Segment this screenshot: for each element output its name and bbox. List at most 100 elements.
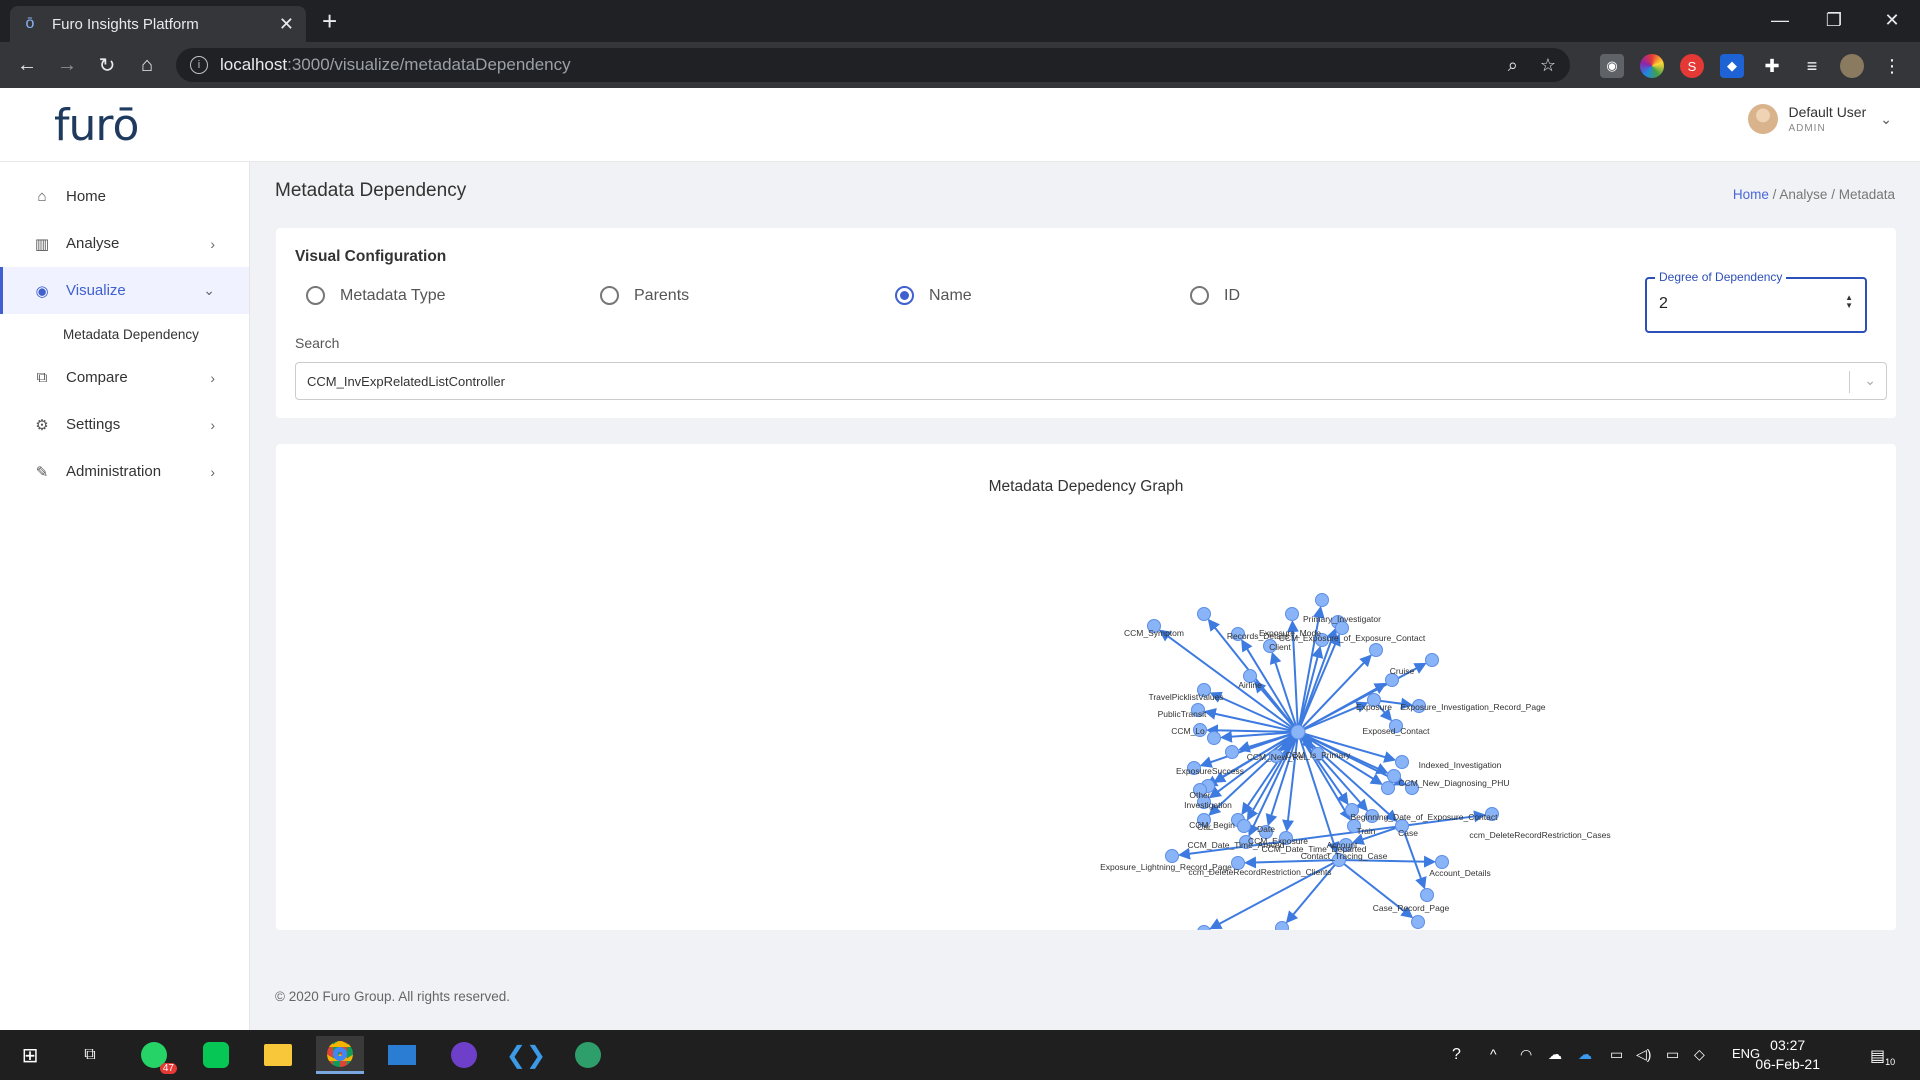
minimize-button[interactable]: — (1752, 0, 1808, 40)
chevron-right-icon: › (210, 235, 215, 252)
zoom-icon[interactable]: ⌕ (1508, 55, 1518, 76)
graph-node[interactable] (1435, 855, 1449, 869)
graph-node[interactable] (1197, 607, 1211, 621)
onedrive-icon[interactable]: ☁ (1578, 1046, 1592, 1063)
graph-edge (1297, 627, 1338, 733)
github-desktop-icon[interactable] (440, 1036, 488, 1074)
search-select[interactable]: CCM_InvExpRelatedListController ⌄ (295, 362, 1887, 400)
chevron-down-icon[interactable]: ⌄ (1864, 372, 1876, 389)
radio-label: Metadata Type (340, 286, 446, 304)
vscode-icon[interactable]: ❮❯ (502, 1036, 550, 1074)
config-heading: Visual Configuration (295, 248, 447, 265)
profile-avatar-icon[interactable] (1840, 54, 1864, 78)
bookmark-star-icon[interactable]: ☆ (1540, 55, 1556, 76)
footer-copyright: © 2020 Furo Group. All rights reserved. (275, 989, 511, 1004)
close-window-button[interactable]: ✕ (1864, 0, 1920, 40)
radio-metadata-type[interactable]: Metadata Type (306, 286, 446, 305)
graph-edge (1297, 731, 1369, 812)
dependency-graph[interactable]: CCM_SymptomPrimary_InvestigatorRecords_D… (276, 444, 1896, 930)
radio-id[interactable]: ID (1190, 286, 1240, 305)
breadcrumb-analyse: Analyse (1779, 187, 1828, 202)
battery-icon[interactable]: ▭ (1666, 1046, 1679, 1063)
graph-node[interactable] (1165, 849, 1179, 863)
wifi-icon[interactable]: ◠ (1520, 1046, 1532, 1063)
graph-node[interactable] (1285, 607, 1299, 621)
chevron-down-icon: ⌄ (203, 282, 215, 298)
graph-node[interactable] (1425, 653, 1439, 667)
furo-logo[interactable]: furō (54, 100, 139, 151)
copy-icon: ⧉ (36, 369, 48, 386)
file-explorer-icon[interactable] (254, 1036, 302, 1074)
sidebar-item-visualize[interactable]: ◉ Visualize ⌄ (0, 267, 249, 314)
user-menu[interactable]: Default User ADMIN ⌄ (1748, 104, 1892, 134)
browser-tab[interactable]: ō Furo Insights Platform ✕ (10, 6, 306, 42)
sidebar-item-settings[interactable]: ⚙ Settings › (0, 401, 249, 448)
graph-node-label: Other (1189, 790, 1210, 800)
graph-node[interactable] (1369, 643, 1383, 657)
gear-icon: ⚙ (35, 416, 49, 434)
new-tab-button[interactable]: + (322, 6, 337, 36)
wrench-icon: ✎ (35, 463, 49, 481)
camera-extension-icon[interactable]: ◉ (1600, 54, 1624, 78)
graph-node[interactable] (1395, 755, 1409, 769)
mail-icon[interactable] (378, 1036, 426, 1074)
number-spinner-icon[interactable]: ▲ ▼ (1845, 294, 1853, 310)
map-app-icon[interactable] (564, 1036, 612, 1074)
radio-parents[interactable]: Parents (600, 286, 689, 305)
sidebar-subitem-metadata-dependency[interactable]: Metadata Dependency (0, 314, 249, 354)
graph-node[interactable] (1275, 921, 1289, 931)
color-picker-extension-icon[interactable] (1640, 54, 1664, 78)
sidebar-item-analyse[interactable]: ▥ Analyse › (0, 220, 249, 267)
extensions-puzzle-icon[interactable]: ✚ (1760, 54, 1784, 78)
network-icon[interactable]: ▭ (1610, 1046, 1623, 1063)
graph-node[interactable] (1197, 925, 1211, 931)
degree-value[interactable]: 2 (1659, 295, 1668, 313)
graph-node[interactable] (1381, 781, 1395, 795)
sidebar-item-home[interactable]: ⌂ Home (0, 173, 249, 220)
sidebar-item-compare[interactable]: ⧉ Compare › (0, 354, 249, 401)
cloud-icon[interactable]: ☁ (1548, 1046, 1562, 1063)
address-bar[interactable]: i localhost:3000/visualize/metadataDepen… (176, 48, 1570, 82)
line-app-icon[interactable] (192, 1036, 240, 1074)
tab-close-icon[interactable]: ✕ (279, 14, 294, 35)
bar-chart-icon: ▥ (34, 235, 50, 253)
s-extension-icon[interactable]: S (1680, 54, 1704, 78)
chrome-taskbar-icon[interactable] (316, 1036, 364, 1074)
reading-list-icon[interactable]: ≡ (1800, 54, 1824, 78)
site-info-icon[interactable]: i (190, 56, 208, 74)
radio-circle[interactable] (1190, 286, 1209, 305)
radio-circle[interactable] (306, 286, 325, 305)
dropbox-icon[interactable]: ◇ (1694, 1046, 1705, 1063)
restore-button[interactable]: ❐ (1806, 0, 1862, 40)
chevron-down-icon[interactable]: ⌄ (1880, 111, 1892, 128)
breadcrumb-home[interactable]: Home (1733, 187, 1769, 202)
volume-icon[interactable]: ◁) (1636, 1046, 1651, 1063)
task-view-icon[interactable]: ⧉ (66, 1036, 114, 1074)
chrome-menu-icon[interactable]: ⋮ (1880, 54, 1904, 78)
badge-extension-icon[interactable]: ◆ (1720, 54, 1744, 78)
notification-center-icon[interactable]: ▤10 (1870, 1046, 1895, 1067)
graph-hub-node[interactable] (1290, 724, 1306, 740)
degree-of-dependency-input[interactable]: Degree of Dependency 2 ▲ ▼ (1645, 270, 1867, 333)
windows-start-icon[interactable]: ⊞ (6, 1036, 54, 1074)
graph-node[interactable] (1207, 731, 1221, 745)
graph-node[interactable] (1237, 819, 1251, 833)
reload-icon[interactable]: ↻ (92, 50, 122, 80)
whatsapp-icon[interactable]: 47 (130, 1036, 178, 1074)
radio-circle-selected[interactable] (895, 286, 914, 305)
graph-node[interactable] (1225, 745, 1239, 759)
visual-configuration-card: Visual Configuration Metadata Type Paren… (276, 228, 1896, 418)
chevron-up-icon[interactable]: ^ (1490, 1046, 1497, 1062)
radio-label: ID (1224, 286, 1240, 304)
radio-circle[interactable] (600, 286, 619, 305)
forward-icon[interactable]: → (52, 50, 82, 80)
radio-name[interactable]: Name (895, 286, 972, 305)
back-icon[interactable]: ← (12, 50, 42, 80)
graph-node[interactable] (1315, 593, 1329, 607)
system-clock[interactable]: 03:27 06-Feb-21 (1755, 1036, 1820, 1074)
help-icon[interactable]: ? (1452, 1046, 1461, 1064)
sidebar-item-administration[interactable]: ✎ Administration › (0, 448, 249, 495)
home-page-icon[interactable]: ⌂ (132, 50, 162, 80)
graph-node[interactable] (1411, 915, 1425, 929)
graph-node[interactable] (1420, 888, 1434, 902)
